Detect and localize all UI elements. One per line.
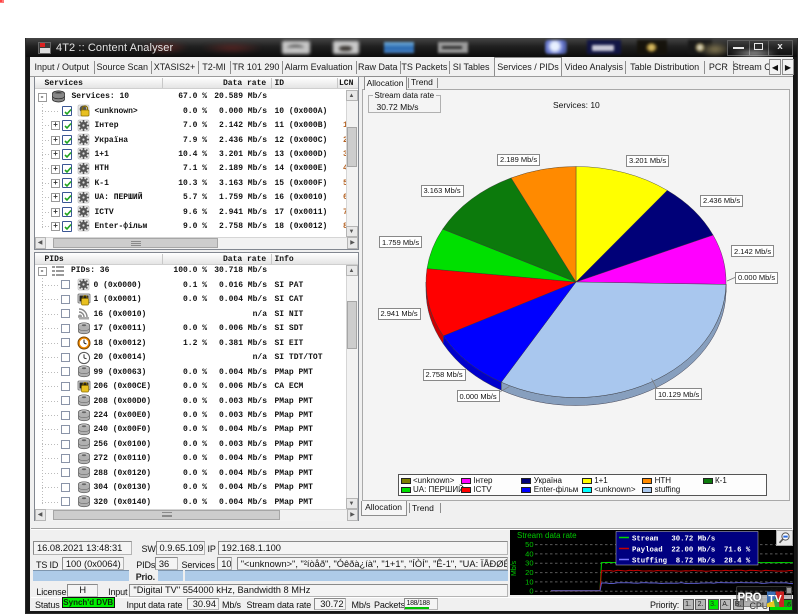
- svg-text:10: 10: [525, 577, 533, 586]
- svg-text:Stream 30.72 Mb/s: Stream 30.72 Mb/s: [632, 535, 724, 543]
- svg-text:0: 0: [529, 586, 533, 594]
- svg-text:40: 40: [525, 549, 533, 558]
- svg-text:50: 50: [525, 540, 533, 549]
- svg-text:Stream data rate: Stream data rate: [517, 531, 577, 540]
- svg-text:Mb/s: Mb/s: [511, 560, 518, 576]
- svg-text:Payload 22.00 Mb/s 71.6 %: Payload 22.00 Mb/s 71.6 %: [632, 546, 751, 554]
- svg-text:Stuffing 8.72 Mb/s 28.4 %: Stuffing 8.72 Mb/s 28.4 %: [632, 557, 751, 565]
- svg-text:20: 20: [525, 568, 533, 577]
- svg-text:30: 30: [525, 558, 533, 567]
- svg-text:TV: TV: [768, 593, 781, 605]
